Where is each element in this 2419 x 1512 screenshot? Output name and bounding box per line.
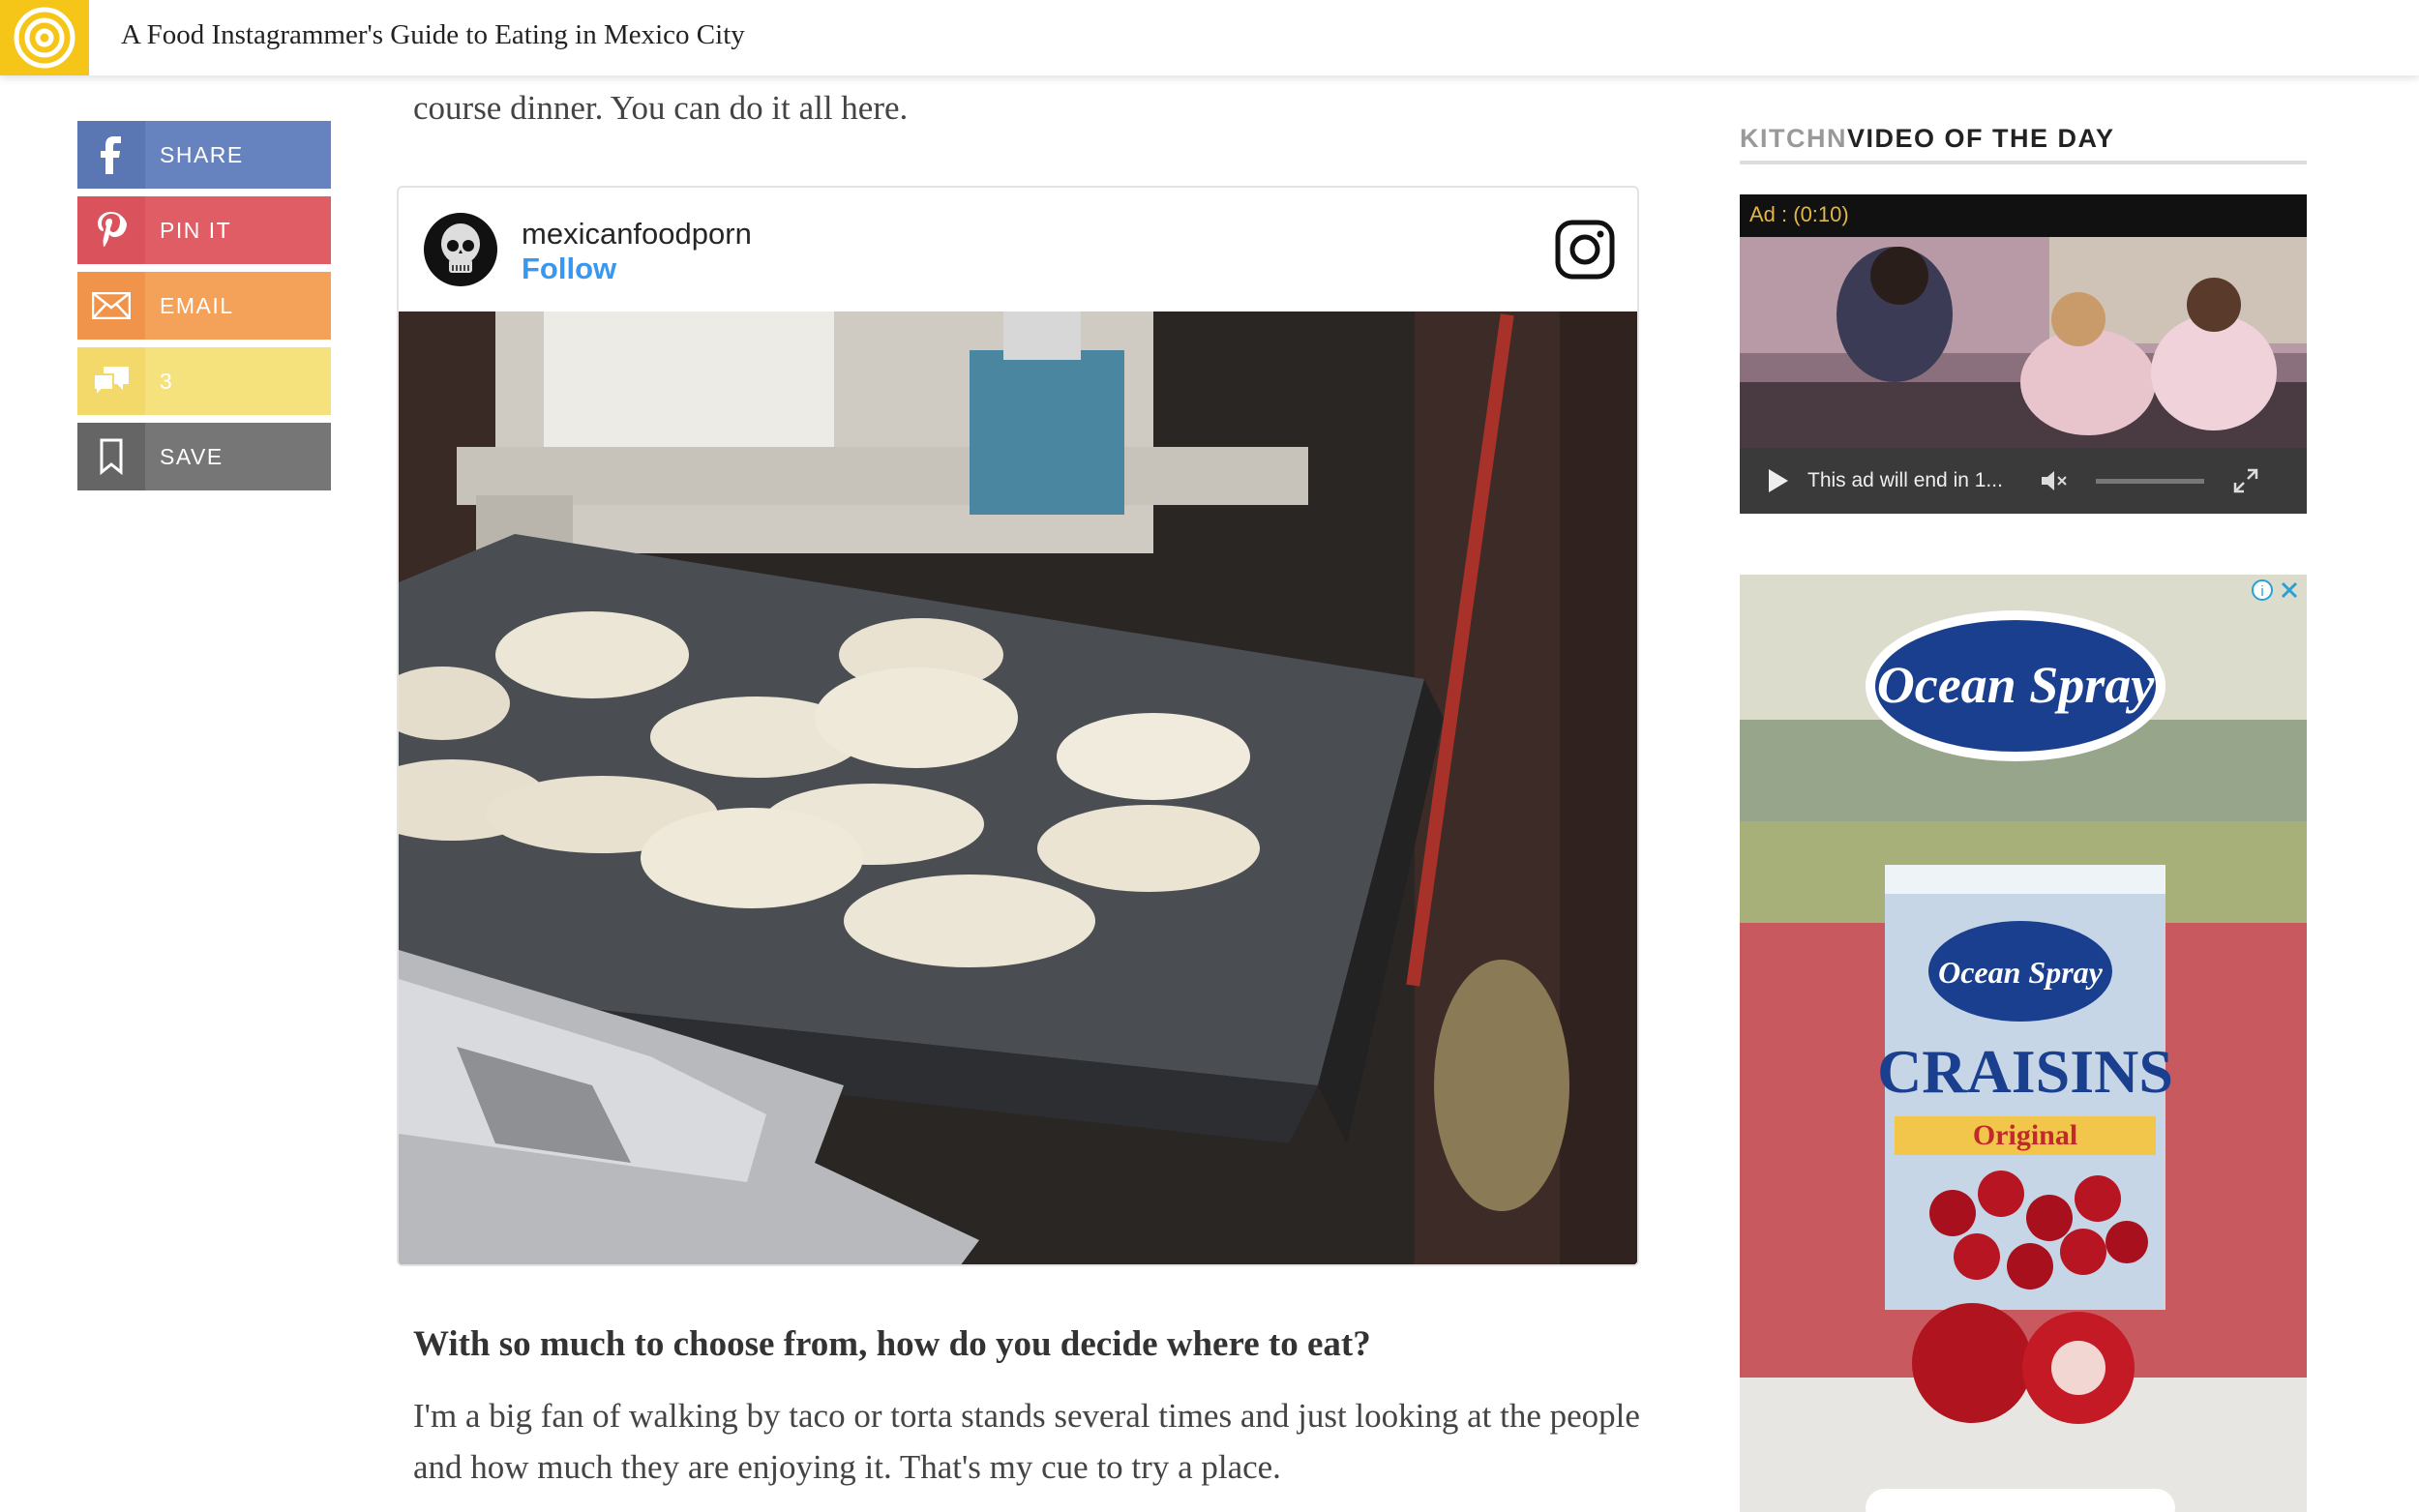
video-brand-label: KITCHN xyxy=(1740,124,1847,153)
ad-variant-text: Original xyxy=(1973,1119,2077,1151)
ad-controls: i xyxy=(2251,578,2301,602)
svg-text:i: i xyxy=(2260,583,2263,600)
ad-timer-label: Ad : (0:10) xyxy=(1749,202,1849,226)
volume-slider[interactable] xyxy=(2095,478,2204,484)
article-subheading: With so much to choose from, how do you … xyxy=(413,1324,1371,1364)
facebook-share-button[interactable]: SHARE xyxy=(77,121,331,189)
video-title-label: VIDEO OF THE DAY xyxy=(1847,124,2115,153)
comments-count: 3 xyxy=(160,368,174,394)
comments-icon xyxy=(77,347,145,415)
email-share-button[interactable]: EMAIL xyxy=(77,272,331,340)
video-of-the-day-header: KITCHNVIDEO OF THE DAY xyxy=(1740,124,2307,164)
bookmark-icon xyxy=(77,423,145,490)
ad-end-text: This ad will end in 1... xyxy=(1807,469,2003,491)
avatar[interactable] xyxy=(424,213,497,286)
save-button[interactable]: SAVE xyxy=(77,423,331,490)
envelope-icon xyxy=(77,272,145,340)
instagram-icon[interactable] xyxy=(1554,219,1616,281)
fullscreen-icon[interactable] xyxy=(2233,468,2258,493)
video-frame[interactable] xyxy=(1740,237,2307,448)
page-title: A Food Instagrammer's Guide to Eating in… xyxy=(121,19,745,50)
ocean-spray-ad[interactable]: Ocean Spray Ocean Spray CRAISINS Origina… xyxy=(1740,575,2307,1512)
ad-pack-brand-text: Ocean Spray xyxy=(1938,955,2104,990)
pinterest-pin-label: PIN IT xyxy=(160,217,232,243)
instagram-username[interactable]: mexicanfoodporn xyxy=(522,217,752,252)
follow-link[interactable]: Follow xyxy=(522,252,616,286)
comments-button[interactable]: 3 xyxy=(77,347,331,415)
close-icon[interactable] xyxy=(2278,578,2301,602)
video-controls: This ad will end in 1... xyxy=(1740,448,2307,514)
video-player[interactable]: Ad : (0:10) This ad will end in 1... xyxy=(1740,194,2307,514)
article-paragraph: I'm a big fan of walking by taco or tort… xyxy=(413,1397,1640,1486)
share-rail: SHARE PIN IT EMAIL 3 SAVE xyxy=(77,121,331,498)
instagram-photo[interactable] xyxy=(399,311,1639,1266)
ad-brand-logo-text: Ocean Spray xyxy=(1877,656,2156,714)
pinterest-pin-button[interactable]: PIN IT xyxy=(77,196,331,264)
article-text-fragment: course dinner. You can do it all here. xyxy=(413,89,909,127)
top-bar: A Food Instagrammer's Guide to Eating in… xyxy=(0,0,2419,75)
facebook-share-label: SHARE xyxy=(160,141,244,167)
facebook-icon xyxy=(77,121,145,189)
pinterest-icon xyxy=(77,196,145,264)
skull-avatar-icon xyxy=(441,223,480,273)
save-label: SAVE xyxy=(160,443,224,469)
instagram-embed: mexicanfoodporn Follow xyxy=(397,186,1639,1266)
site-logo[interactable] xyxy=(0,0,89,75)
instagram-header: mexicanfoodporn Follow xyxy=(399,188,1637,310)
mute-icon[interactable] xyxy=(2040,470,2069,491)
target-logo-icon xyxy=(14,7,75,69)
email-share-label: EMAIL xyxy=(160,292,234,318)
play-icon[interactable] xyxy=(1767,468,1790,493)
ad-product-text: CRAISINS xyxy=(1877,1037,2173,1106)
adchoices-info-icon[interactable]: i xyxy=(2251,578,2274,602)
ad-creative[interactable]: Ocean Spray Ocean Spray CRAISINS Origina… xyxy=(1740,575,2307,1512)
